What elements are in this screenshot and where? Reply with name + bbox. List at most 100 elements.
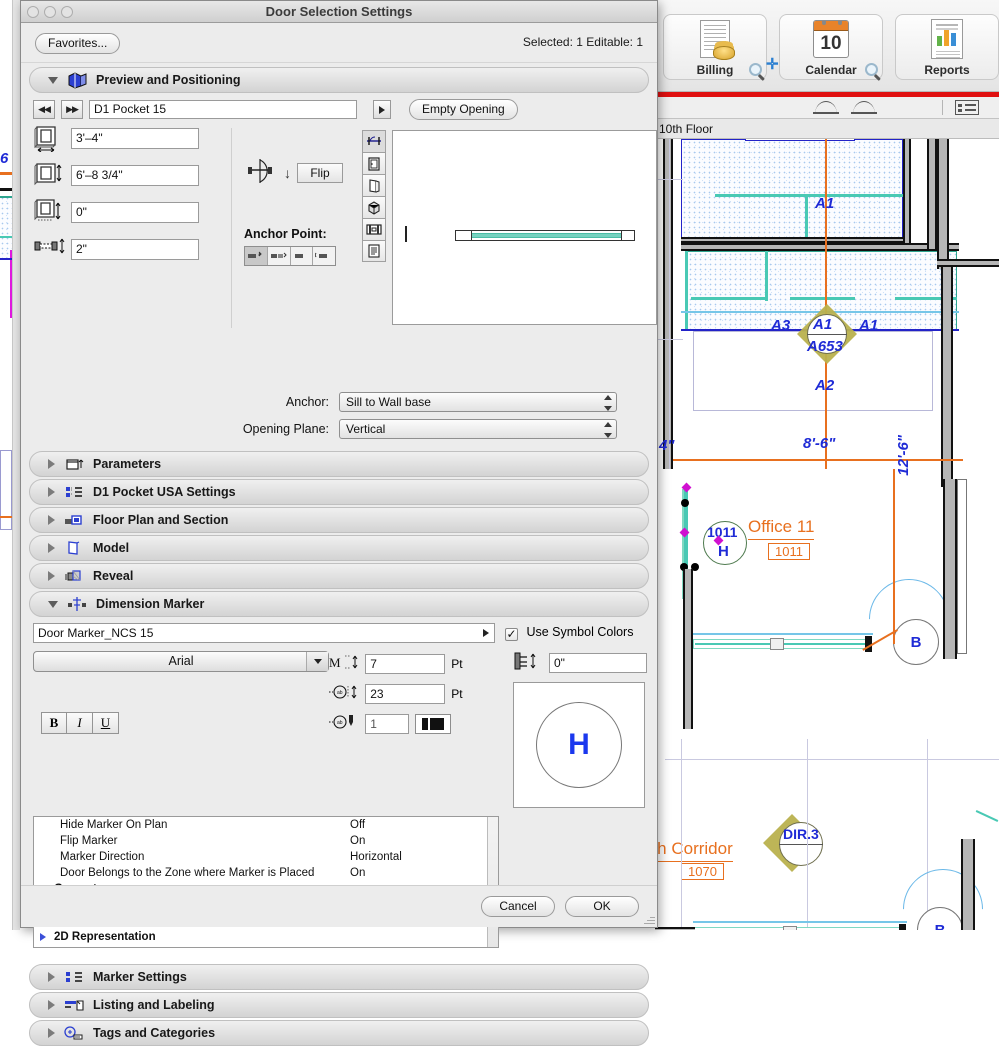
chevron-right-icon[interactable] [48, 571, 55, 581]
anchor-cell-center-right[interactable] [291, 247, 314, 265]
reveal-icon [63, 567, 85, 585]
parameter-row[interactable]: 2D Representation [34, 929, 498, 945]
anchor-cell-left[interactable]: * [245, 247, 268, 265]
stepper-icon[interactable] [603, 422, 612, 438]
chevron-right-icon[interactable] [40, 933, 46, 941]
resize-grip[interactable] [642, 912, 655, 925]
minimize-button[interactable] [44, 6, 56, 18]
chevron-right-icon[interactable] [48, 459, 55, 469]
underline-button[interactable]: U [93, 712, 119, 734]
cancel-button[interactable]: Cancel [481, 896, 555, 917]
close-button[interactable] [27, 6, 39, 18]
preview-3d-door-icon[interactable] [362, 174, 386, 196]
wall-offset-input[interactable]: 2" [71, 239, 199, 260]
section-header-preview-positioning[interactable]: Preview and Positioning [29, 67, 649, 93]
zoom-button[interactable] [61, 6, 73, 18]
window-controls[interactable] [27, 6, 73, 18]
section-header-model[interactable]: Model [29, 535, 649, 561]
section-header-parameters[interactable]: Parameters [29, 451, 649, 477]
parameter-row[interactable]: Hide Marker On PlanOff [34, 817, 498, 833]
sill-height-input[interactable]: 0" [71, 202, 199, 223]
text-style-buttons[interactable]: B I U [41, 712, 329, 734]
preview-section-icon[interactable] [362, 218, 386, 240]
door-height-input[interactable]: 6'–8 3/4" [71, 165, 199, 186]
section-header-tags-and-categories[interactable]: Tags and Categories [29, 1020, 649, 1046]
toolbar-label-reports: Reports [924, 63, 969, 77]
dialog-titlebar[interactable]: Door Selection Settings [21, 1, 657, 23]
toolbar-button-reports[interactable]: Reports [895, 14, 999, 80]
marker-parameter-list[interactable]: Hide Marker On PlanOffFlip MarkerOnMarke… [33, 816, 499, 948]
dimension-left: 4" [659, 437, 674, 454]
ok-button[interactable]: OK [565, 896, 639, 917]
listing-labeling-icon [63, 996, 85, 1014]
preview-positioning-icon [66, 71, 88, 89]
arc-tool-icon[interactable] [815, 101, 837, 114]
preview-list-icon[interactable] [362, 240, 386, 262]
section-label-floor-plan-and-section: Floor Plan and Section [93, 513, 228, 527]
chevron-right-icon[interactable] [483, 629, 489, 637]
preview-tool-strip[interactable] [362, 130, 388, 392]
arc-dim-tool-icon[interactable] [853, 101, 875, 114]
section-header-dimension-marker[interactable]: Dimension Marker [29, 591, 649, 617]
object-popup-button[interactable] [373, 100, 391, 119]
plus-icon[interactable]: ✛ [766, 55, 779, 73]
sub-toolbar [655, 97, 999, 119]
chevron-down-icon[interactable] [48, 601, 58, 608]
section-header-floor-plan-and-section[interactable]: Floor Plan and Section [29, 507, 649, 533]
empty-opening-button[interactable]: Empty Opening [409, 99, 518, 120]
section-header-d1-pocket-usa-settings[interactable]: D1 Pocket USA Settings [29, 479, 649, 505]
font-family-dropdown[interactable]: Arial [33, 651, 329, 672]
checkbox-icon[interactable] [505, 628, 518, 641]
marker-size-input[interactable]: 23 [365, 684, 445, 704]
anchor-cell-right[interactable] [313, 247, 335, 265]
parameter-list-scrollbar[interactable] [487, 817, 498, 947]
chevron-right-icon[interactable] [48, 487, 55, 497]
parameter-row[interactable]: Marker DirectionHorizontal [34, 849, 498, 865]
opening-plane-dropdown[interactable]: Vertical [339, 419, 617, 439]
search-icon[interactable] [749, 63, 762, 76]
section-header-listing-and-labeling[interactable]: Listing and Labeling [29, 992, 649, 1018]
door-marker-b-upper[interactable]: B [893, 619, 939, 665]
pen-color-swatch[interactable] [415, 714, 451, 734]
search-icon[interactable] [865, 63, 878, 76]
chevron-right-icon[interactable] [48, 543, 55, 553]
marker-offset-input[interactable]: 0" [549, 653, 647, 673]
marker-name-field[interactable]: Door Marker_NCS 15 [33, 623, 495, 643]
pen-input[interactable]: 1 [365, 714, 409, 734]
door-preview-canvas[interactable] [392, 130, 657, 325]
use-symbol-colors-checkbox[interactable]: Use Symbol Colors [505, 625, 633, 641]
parameter-row[interactable]: Flip MarkerOn [34, 833, 498, 849]
preview-elevation-icon[interactable] [362, 152, 386, 174]
italic-button[interactable]: I [67, 712, 93, 734]
preview-3d-icon[interactable] [362, 196, 386, 218]
bold-button[interactable]: B [41, 712, 67, 734]
chevron-right-icon[interactable] [48, 515, 55, 525]
object-name-field[interactable]: D1 Pocket 15 [89, 100, 357, 119]
favorites-button[interactable]: Favorites... [35, 33, 120, 54]
door-width-input[interactable]: 3'–4" [71, 128, 199, 149]
text-size-input[interactable]: 7 [365, 654, 445, 674]
flip-button[interactable]: Flip [297, 163, 343, 183]
anchor-point-selector[interactable]: * [244, 246, 336, 266]
previous-object-button[interactable]: ◀◀ [33, 100, 55, 119]
stepper-icon[interactable] [603, 395, 612, 411]
list-tool-icon[interactable] [955, 100, 979, 115]
chevron-right-icon[interactable] [48, 972, 55, 982]
chevron-down-icon[interactable] [48, 77, 58, 84]
section-header-reveal[interactable]: Reveal [29, 563, 649, 589]
chevron-right-icon[interactable] [48, 1000, 55, 1010]
toolbar-button-calendar[interactable]: ✛ 10 Calendar [779, 14, 883, 80]
preview-2d-icon[interactable] [362, 130, 386, 152]
chevron-right-icon[interactable] [48, 1028, 55, 1038]
anchor-cell-center-left[interactable] [268, 247, 291, 265]
anchor-dropdown[interactable]: Sill to Wall base [339, 392, 617, 412]
next-object-button[interactable]: ▶▶ [61, 100, 83, 119]
door-selection-settings-dialog[interactable]: Door Selection Settings Favorites... Sel… [20, 0, 658, 928]
chevron-down-icon[interactable] [306, 652, 328, 671]
zone-number: 1011 [707, 524, 737, 540]
parameter-row[interactable]: Door Belongs to the Zone where Marker is… [34, 865, 498, 881]
toolbar-button-billing[interactable]: Billing [663, 14, 767, 80]
symbol-preview[interactable]: H [513, 682, 645, 808]
floor-plan-canvas[interactable]: A1 A1 A3 A1 A653 A2 4" 8'-6" 12'-6" 1011… [655, 139, 999, 930]
section-header-marker-settings[interactable]: Marker Settings [29, 964, 649, 990]
